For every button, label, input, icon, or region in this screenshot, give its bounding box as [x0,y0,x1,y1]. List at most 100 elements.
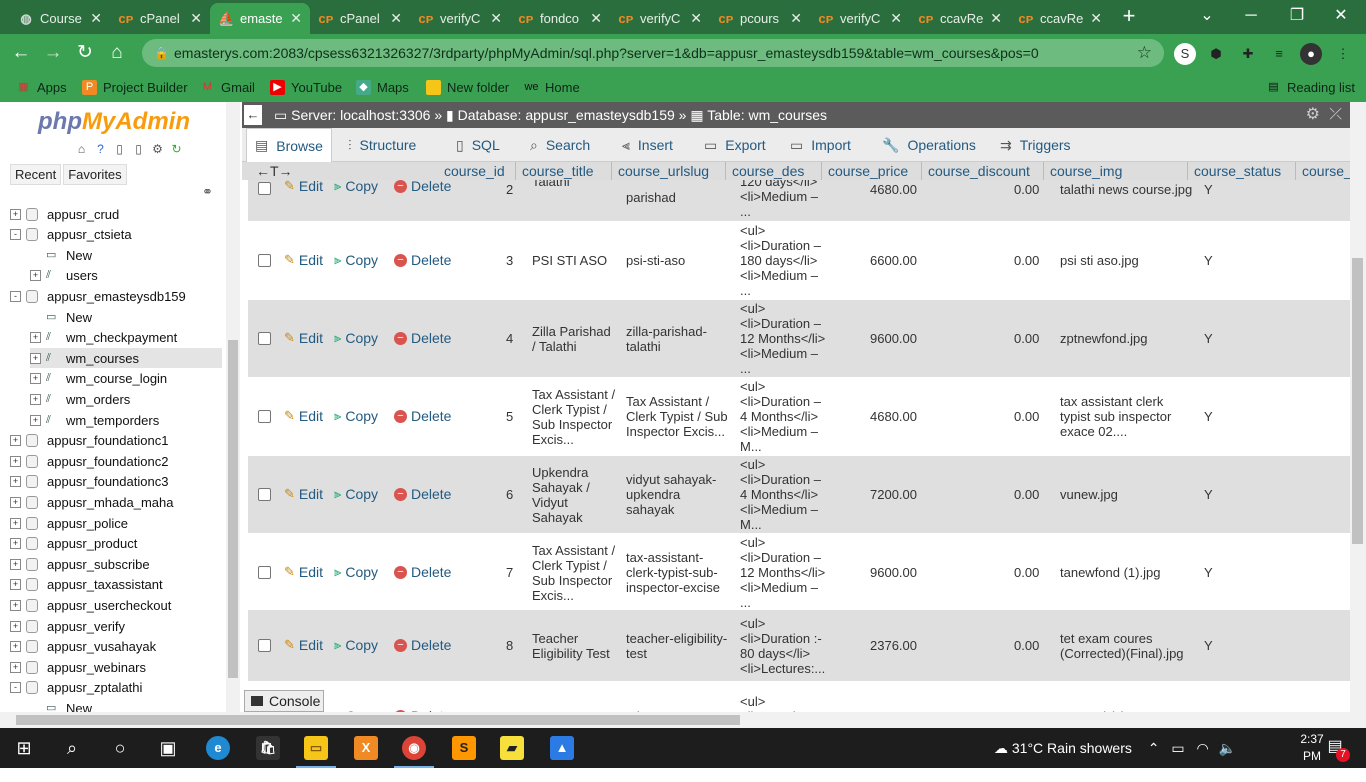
edit-row-button[interactable]: ✎Edit [284,637,323,653]
bookmark-star-icon[interactable]: ☆ [1137,39,1152,67]
tab-search-icon[interactable]: ⌄ [1192,4,1222,28]
browser-tab[interactable]: ᴄᴘ cPanel ✕ [310,3,410,34]
help-icon[interactable]: ? [93,142,108,157]
tree-item-table[interactable]: + ⫽ wm_courses [30,348,222,369]
tree-item-db[interactable]: + appusr_product [10,534,137,554]
browser-tab[interactable]: ᴄᴘ ccavRe ✕ [1010,3,1110,34]
address-bar[interactable]: 🔒 emasterys.com:2083/cpsess6321326327/3r… [142,39,1164,67]
extension-s-icon[interactable]: S [1174,43,1196,65]
column-header[interactable]: course_ [1296,162,1350,180]
delete-row-button[interactable]: −Delete [394,252,451,268]
expand-toggle-icon[interactable]: + [30,332,41,344]
link-with-main-panel-icon[interactable]: ⚭ [202,184,213,200]
column-header[interactable]: course_discount [922,162,1044,180]
tree-item-new[interactable]: ▭ New [30,245,92,265]
browser-menu-icon[interactable]: ⋮ [1332,43,1354,65]
row-checkbox[interactable] [258,566,271,579]
tab-sql[interactable]: ▯ SQL [448,128,508,162]
column-header[interactable]: course_status [1188,162,1296,180]
expand-toggle-icon[interactable]: - [10,229,21,241]
column-header[interactable]: course_img [1044,162,1188,180]
home-icon[interactable]: ⌂ [104,40,130,66]
column-header[interactable]: course_des [726,162,822,180]
extension-shield-icon[interactable]: ⬢ [1205,43,1227,65]
expand-toggle-icon[interactable]: + [10,620,21,632]
browser-tab[interactable]: ᴄᴘ fondco ✕ [510,3,610,34]
tree-item-db[interactable]: + appusr_usercheckout [10,595,171,615]
tree-item-db[interactable]: + appusr_taxassistant [10,575,163,595]
bookmark-gmail[interactable]: M Gmail [200,78,255,96]
column-arrows-icon[interactable]: ←T→ [250,162,298,180]
copy-row-button[interactable]: ⫸Copy [334,408,378,424]
bookmark-youtube[interactable]: ▶ YouTube [270,78,342,96]
tab-browse[interactable]: ▤ Browse [246,128,332,162]
tab-search[interactable]: ⌕ Search [522,128,598,162]
tree-item-db[interactable]: + appusr_subscribe [10,554,150,574]
expand-toggle-icon[interactable]: + [10,558,21,570]
copy-row-button[interactable]: ⫸Copy [334,564,378,580]
edit-row-button[interactable]: ✎Edit [284,330,323,346]
delete-row-button[interactable]: −Delete [394,564,451,580]
browser-tab[interactable]: ᴄᴘ verifyC ✕ [610,3,710,34]
tree-item-table[interactable]: + ⫽ wm_course_login [30,369,167,389]
edge-icon[interactable]: e [206,736,230,760]
photos-icon[interactable]: ▲ [550,736,574,760]
copy-row-button[interactable]: ⫸Copy [334,330,378,346]
horizontal-scrollbar[interactable] [0,712,1366,728]
tree-item-db[interactable]: + appusr_foundationc3 [10,472,168,492]
tree-item-db[interactable]: - appusr_emasteysdb159 [10,286,186,306]
expand-toggle-icon[interactable]: + [10,661,21,673]
extensions-puzzle-icon[interactable]: ✚ [1237,43,1259,65]
tree-item-db[interactable]: + appusr_foundationc1 [10,431,168,451]
expand-toggle-icon[interactable]: + [10,496,21,508]
copy-row-button[interactable]: ⫸Copy [334,637,378,653]
expand-toggle-icon[interactable]: + [10,455,21,467]
expand-toggle-icon[interactable]: + [30,414,41,426]
column-header[interactable]: course_title [516,162,612,180]
tab-close-icon[interactable]: ✕ [190,10,202,27]
tree-item-db[interactable]: + appusr_webinars [10,657,146,677]
tab-close-icon[interactable]: ✕ [890,10,902,27]
tree-item-db[interactable]: + appusr_verify [10,616,125,636]
row-checkbox[interactable] [258,182,271,195]
breadcrumb-table[interactable]: Table: wm_courses [707,107,827,123]
main-scrollbar[interactable] [1350,102,1366,712]
main-scroll-thumb[interactable] [1352,258,1363,544]
tree-item-db[interactable]: + appusr_foundationc2 [10,451,168,471]
tree-item-new[interactable]: ▭ New [30,698,92,712]
xampp-icon[interactable]: X [354,736,378,760]
reading-list-button[interactable]: ▤ Reading list [1266,78,1355,96]
tab-structure[interactable]: ⫶ Structure [340,128,424,162]
tab-close-icon[interactable]: ✕ [390,10,402,27]
expand-toggle-icon[interactable]: + [30,270,41,282]
row-checkbox[interactable] [258,488,271,501]
bookmark-home[interactable]: we Home [524,78,579,96]
tab-export[interactable]: ▭ Export [696,128,774,162]
edit-row-button[interactable]: ✎Edit [284,564,323,580]
page-settings-gear-icon[interactable]: ⚙ [1306,102,1320,128]
tree-item-db[interactable]: + appusr_mhada_maha [10,492,173,512]
tree-item-db[interactable]: + appusr_crud [10,204,119,224]
sidebar-scroll-thumb[interactable] [228,340,238,678]
tray-chevron-icon[interactable]: ⌃ [1148,740,1160,756]
console-toggle-button[interactable]: Console [244,690,324,712]
weather-text[interactable]: 31°C Rain showers [1012,740,1132,756]
store-icon[interactable]: 🛍 [256,736,280,760]
bookmark-maps[interactable]: ◆ Maps [356,78,409,96]
tab-triggers[interactable]: ⇉ Triggers [992,128,1079,162]
row-checkbox[interactable] [258,410,271,423]
bookmark-project-builder[interactable]: P Project Builder [82,78,188,96]
edit-row-button[interactable]: ✎Edit [284,252,323,268]
battery-icon[interactable]: ▭ [1171,740,1184,756]
file-explorer-icon[interactable]: ▭ [304,736,328,760]
lock-icon[interactable]: 🔒 [154,39,169,67]
column-header[interactable]: course_price [822,162,922,180]
copy-row-button[interactable]: ⫸Copy [334,180,378,194]
browser-tab[interactable]: ᴄᴘ verifyC ✕ [810,3,910,34]
tab-close-icon[interactable]: ✕ [590,10,602,27]
volume-icon[interactable]: 🔈 [1219,740,1236,756]
copy-row-button[interactable]: ⫸Copy [334,486,378,502]
collapse-nav-button[interactable]: ← [244,105,262,125]
tab-import[interactable]: ▭ Import [782,128,859,162]
bookmark-new-folder[interactable]: New folder [426,78,509,96]
